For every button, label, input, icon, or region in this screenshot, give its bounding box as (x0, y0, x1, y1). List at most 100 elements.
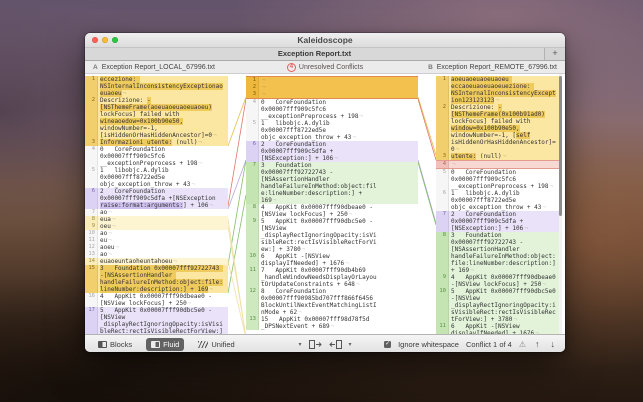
line-number: 8 (436, 232, 449, 274)
code-line[interactable]: 62 CoreFoundation 0x00007fff909c5dfa +[N… (85, 188, 228, 209)
line-number: 6 (85, 188, 98, 209)
code-line[interactable]: 1aoeuaoeuaoeuaoeu eccaoeuaoeuaoeuezione:… (436, 76, 559, 104)
line-text: 0 CoreFoundation 0x00007fff909c5fc6 __ex… (449, 169, 559, 190)
line-number: 2 (85, 97, 98, 139)
line-text: 2 CoreFoundation 0x00007fff909c5dfa +[NS… (449, 211, 559, 232)
copy-to-right-button[interactable] (309, 340, 322, 349)
line-number: 8 (85, 216, 98, 223)
code-line[interactable]: 105 AppKit 0x00007fff90dbc5e0 -[NSView _… (436, 288, 559, 323)
conflict-status: Conflict 1 of 4 (466, 340, 512, 349)
line-text: Descrizione: -[NSThemeFrame(0x100b91ad0)… (449, 104, 559, 153)
line-number: 14 (85, 258, 98, 265)
line-number: 8 (246, 204, 259, 218)
line-number: 12 (246, 288, 259, 316)
pane-local[interactable]: 1eccezione: NSInternalInconsistencyExcep… (85, 74, 228, 334)
code-line[interactable]: 11eu¬ (85, 237, 228, 244)
line-text: 4 AppKit 0x00007fff90dbeae0 -[NSView loc… (449, 274, 559, 288)
line-number: 11 (246, 267, 259, 288)
next-conflict-button[interactable]: ↓ (549, 340, 558, 349)
code-line[interactable]: 106 AppKit -[NSView displayIfNeeded] + 1… (246, 253, 418, 267)
line-number: 5 (85, 167, 98, 188)
merge-right-options-chevron-icon[interactable]: ▾ (349, 341, 352, 348)
code-line[interactable]: 51 libobjc.A.dylib 0x00007fff8722ed5e ob… (246, 120, 418, 141)
code-line[interactable]: 83 Foundation 0x00007fff92722743 -[NSAss… (436, 232, 559, 274)
code-line[interactable]: 13ao¬ (85, 251, 228, 258)
line-text: 2 CoreFoundation 0x00007fff909c5dfa +[NS… (98, 188, 228, 209)
copy-to-left-button[interactable] (329, 340, 342, 349)
pane-remote[interactable]: 1aoeuaoeuaoeuaoeu eccaoeuaoeuaoeuezione:… (436, 74, 559, 334)
code-line[interactable]: 9oeu¬ (85, 223, 228, 230)
line-number: 10 (246, 253, 259, 267)
code-line[interactable]: 40 CoreFoundation 0x00007fff909c5fc6 __e… (246, 99, 418, 120)
merge-left-options-chevron-icon[interactable]: ▾ (298, 341, 301, 348)
line-text: 7 AppKit 0x00007fff90db4b69 _handleWindo… (259, 267, 418, 288)
code-line[interactable]: 72 CoreFoundation 0x00007fff909c5dfa +[N… (436, 211, 559, 232)
code-line[interactable]: 1eccezione: NSInternalInconsistencyExcep… (85, 76, 228, 97)
code-line[interactable]: 164 AppKit 0x00007fff90dbeae0 -[NSView l… (85, 293, 228, 307)
arrow-left-document-icon (329, 340, 342, 349)
file-b-header[interactable]: B Exception Report_REMOTE_67996.txt (428, 64, 557, 71)
conflict-nav-controls: ✓ Ignore whitespace Conflict 1 of 4 ⚠ ↑ … (384, 340, 557, 349)
line-text: eua¬ (98, 216, 228, 223)
code-line[interactable]: 61 libobjc.A.dylib 0x00007fff8722ed5e ob… (436, 190, 559, 211)
code-line[interactable]: 3utente: (null)¬ (436, 153, 559, 160)
line-text: 0 CoreFoundation 0x00007fff909c5fc6 __ex… (259, 99, 418, 120)
line-text: oeu¬ (98, 223, 228, 230)
code-line[interactable]: 2Descrizione: -[NSThemeFrame(0x100b91ad0… (436, 104, 559, 153)
code-line[interactable]: 3Informazioni utente: (null)¬ (85, 139, 228, 146)
code-line[interactable]: 4¬ (436, 160, 559, 169)
line-number: 9 (246, 218, 259, 253)
new-tab-button[interactable]: + (544, 48, 565, 60)
line-number: 13 (85, 251, 98, 258)
code-line[interactable]: 2¬ (246, 84, 418, 91)
code-line[interactable]: 14euaoeuntaoheuntahoeu¬ (85, 258, 228, 265)
code-line[interactable]: 1¬ (246, 76, 418, 84)
line-text: utente: (null)¬ (449, 153, 559, 160)
code-line[interactable]: 1315 AppKit 0x00007fff98d78f5d _DPSNextE… (246, 316, 418, 330)
line-text: 15 AppKit 0x00007fff98d78f5d _DPSNextEve… (259, 316, 418, 330)
code-line[interactable]: 62 CoreFoundation 0x00007fff909c5dfa +[N… (246, 141, 418, 162)
code-line[interactable]: 153 Foundation 0x00007fff92722743 -[NSAs… (85, 265, 228, 293)
ignore-whitespace-label[interactable]: Ignore whitespace (398, 340, 459, 349)
line-number: 9 (85, 223, 98, 230)
code-line[interactable]: 3¬ (246, 91, 418, 99)
code-line[interactable]: 7ao¬ (85, 209, 228, 216)
ribbon-gap-right (418, 74, 436, 334)
conflict-count-badge: 4 (287, 63, 296, 72)
code-line[interactable]: 128 CoreFoundation 0x00007fff90985bd707f… (246, 288, 418, 316)
code-line[interactable]: 73 Foundation 0x00007fff92722743 -[NSAss… (246, 162, 418, 204)
line-number: 17 (85, 307, 98, 334)
previous-conflict-button[interactable]: ↑ (533, 340, 542, 349)
scrollbar-track[interactable] (559, 74, 562, 334)
title-bar[interactable]: Kaleidoscope (85, 33, 565, 48)
line-text: 6 AppKit -[NSView displayIfNeeded] + 167… (259, 253, 418, 267)
code-line[interactable]: 12aoeu¬ (85, 244, 228, 251)
code-line[interactable]: 117 AppKit 0x00007fff90db4b69 _handleWin… (246, 267, 418, 288)
line-text: 5 AppKit 0x00007fff90dbc5e0 -[NSView _di… (259, 218, 418, 253)
code-line[interactable]: 10ao¬ (85, 230, 228, 237)
code-line[interactable]: 51 libobjc.A.dylib 0x00007fff8722ed5e ob… (85, 167, 228, 188)
code-line[interactable]: 94 AppKit 0x00007fff90dbeae0 -[NSView lo… (436, 274, 559, 288)
line-text: 1 libobjc.A.dylib 0x00007fff8722ed5e obj… (98, 167, 228, 188)
line-text: 3 Foundation 0x00007fff92722743 -[NSAsse… (449, 232, 559, 274)
ignore-whitespace-checkbox[interactable]: ✓ (384, 341, 391, 348)
line-text: aoeu¬ (98, 244, 228, 251)
code-line[interactable]: 175 AppKit 0x00007fff90dbc5e0 -[NSView _… (85, 307, 228, 334)
code-line[interactable]: 40 CoreFoundation 0x00007fff909c5fc6 __e… (85, 146, 228, 167)
code-line[interactable]: 8eua¬ (85, 216, 228, 223)
line-text: aoeuaoeuaoeuaoeu eccaoeuaoeuaoeuezione: … (449, 76, 559, 104)
code-line[interactable]: 84 AppKit 0x00007fff90dbeae0 -[NSView lo… (246, 204, 418, 218)
code-line[interactable]: 95 AppKit 0x00007fff90dbc5e0 -[NSView _d… (246, 218, 418, 253)
line-text: 0 CoreFoundation 0x00007fff909c5fc6 __ex… (98, 146, 228, 167)
line-text: Descrizione: -[NSThemeFrame(aoeuaoeuaoeu… (98, 97, 228, 139)
code-line[interactable]: 50 CoreFoundation 0x00007fff909c5fc6 __e… (436, 169, 559, 190)
line-number: 5 (436, 169, 449, 190)
scrollbar-thumb[interactable] (559, 76, 562, 216)
code-line[interactable]: 116 AppKit -[NSView displayIfNeeded] + 1… (436, 323, 559, 334)
pane-merged[interactable]: 1¬2¬3¬40 CoreFoundation 0x00007fff909c5f… (246, 74, 418, 334)
line-number: 4 (85, 146, 98, 167)
line-number: 13 (246, 316, 259, 330)
code-line[interactable]: 2Descrizione: -[NSThemeFrame(aoeuaoeuaoe… (85, 97, 228, 139)
tab-exception-report[interactable]: Exception Report.txt (85, 48, 544, 60)
line-number: 7 (436, 211, 449, 232)
